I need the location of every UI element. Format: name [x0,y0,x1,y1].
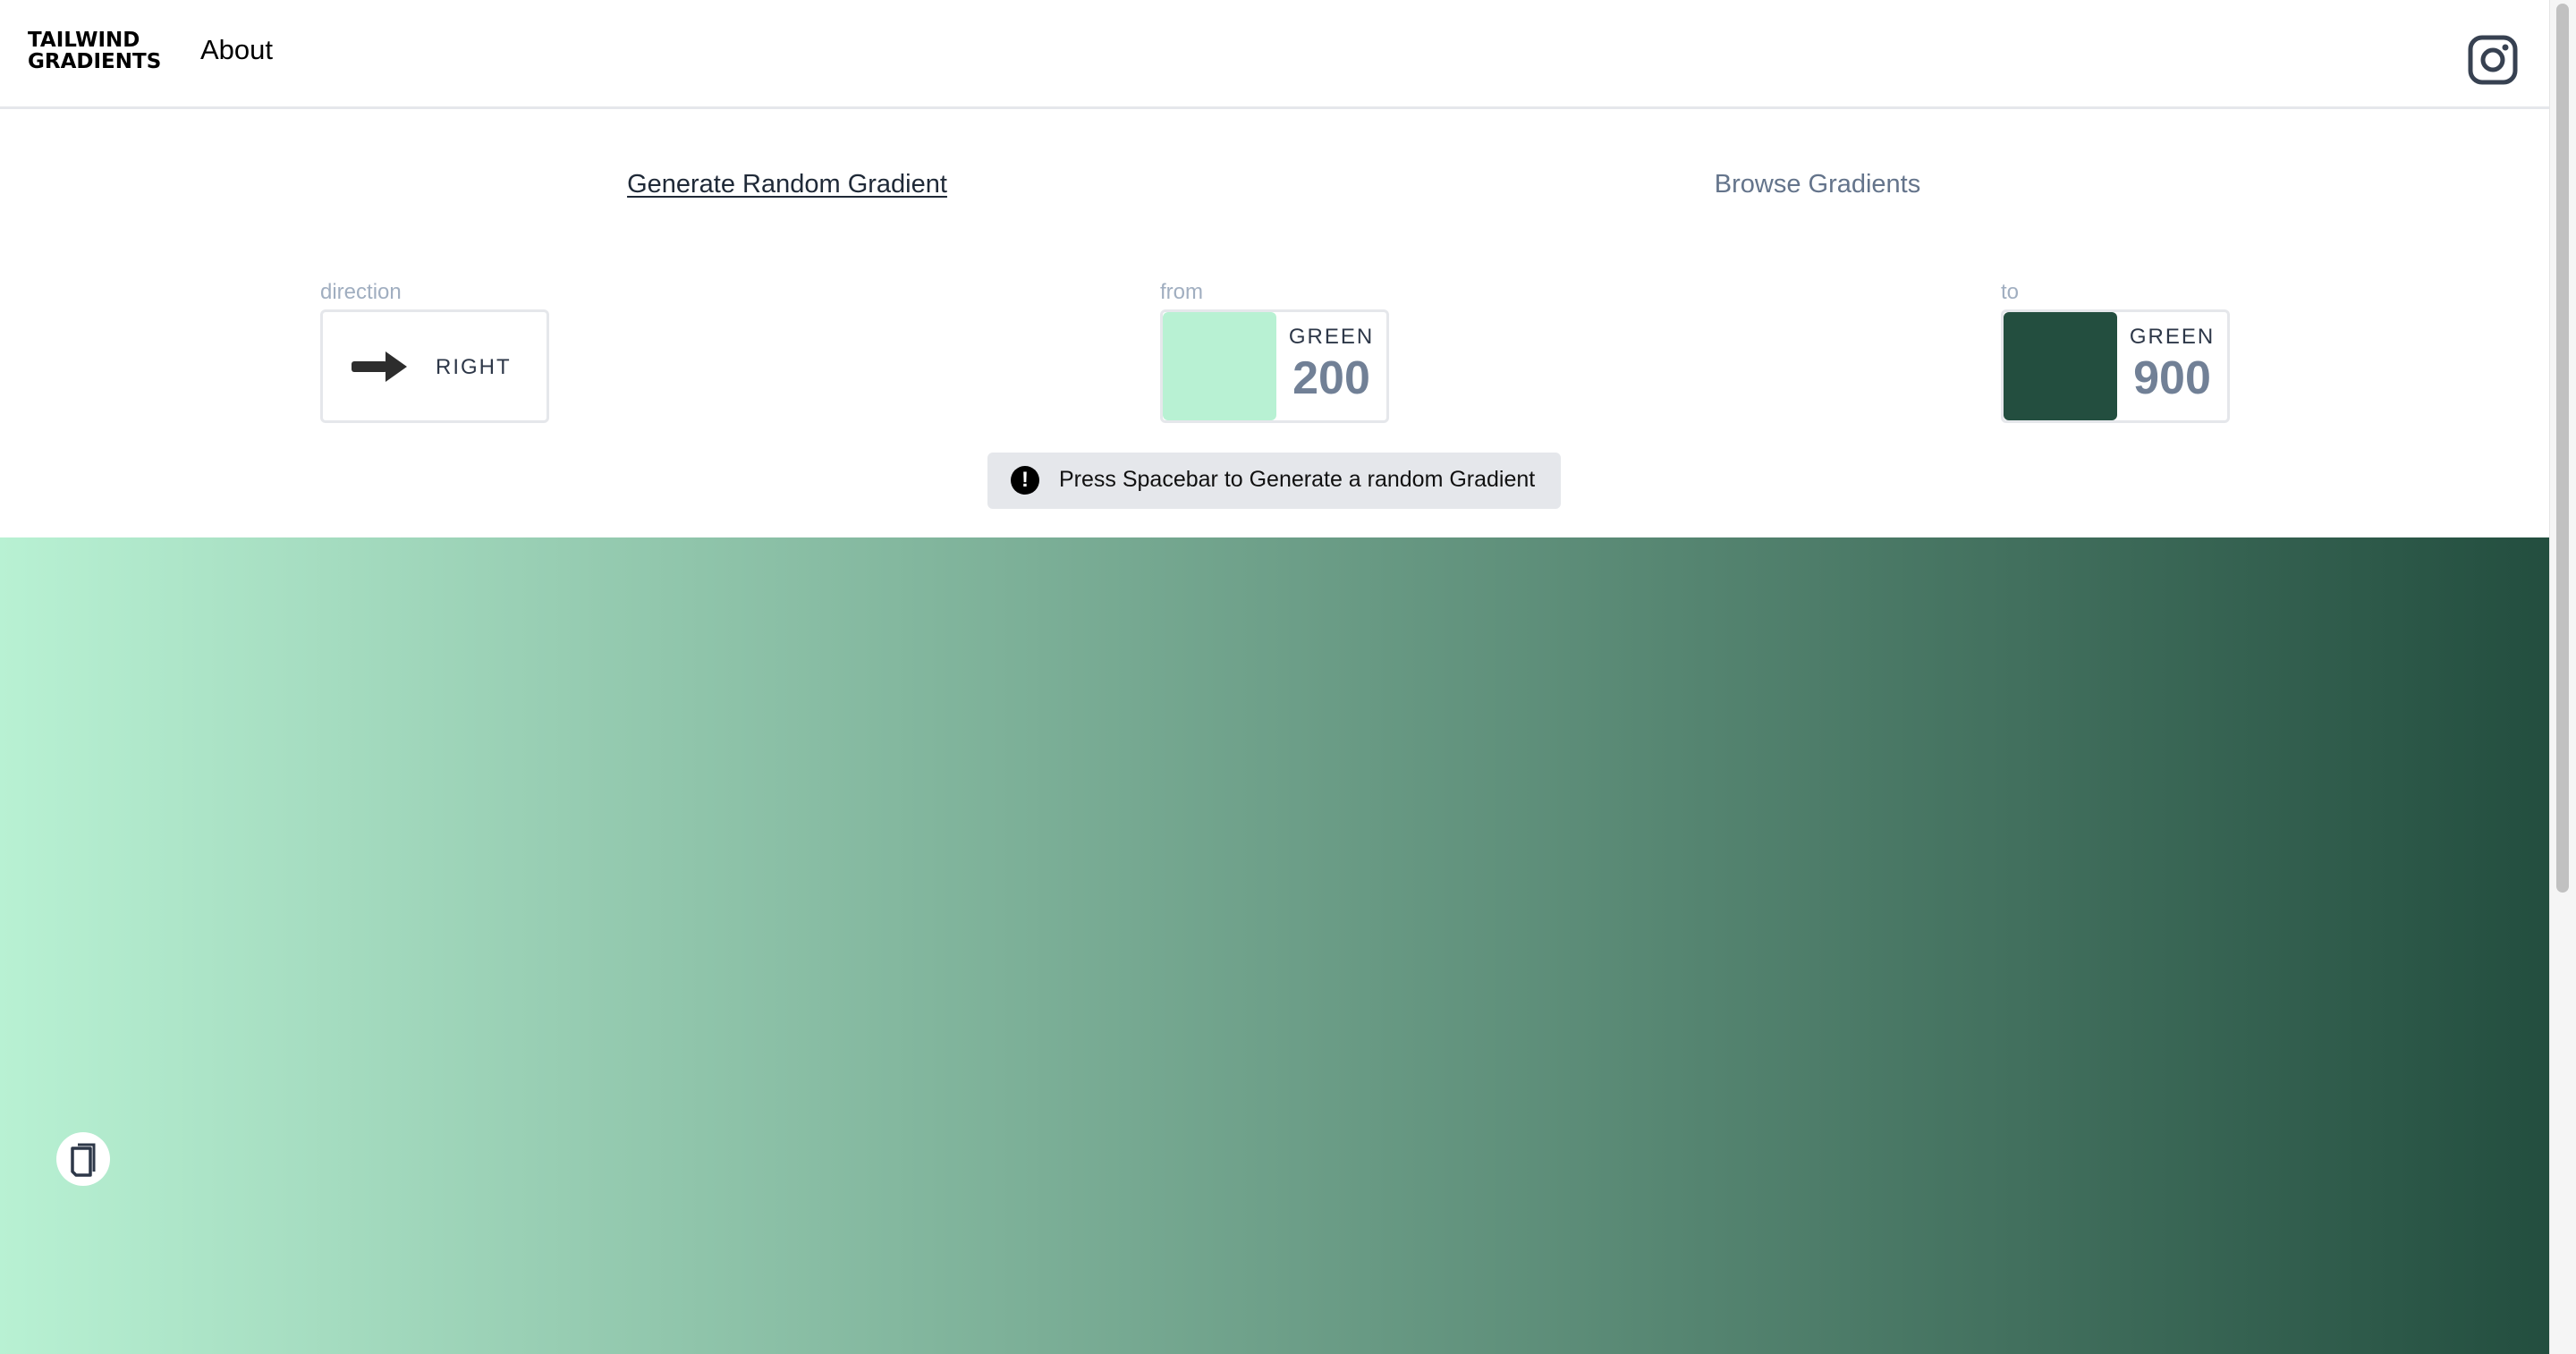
gradient-preview [0,537,2549,1354]
from-label: from [1160,280,1203,304]
to-label: to [2001,280,2020,304]
to-color-shade: 900 [2133,352,2211,404]
to-color-name: GREEN [2129,325,2216,349]
from-color-name: GREEN [1288,325,1375,349]
direction-selector[interactable]: RIGHT [320,309,549,423]
scrollbar-thumb[interactable] [2556,4,2569,893]
logo-line-1: TAILWIND [28,29,140,52]
hint-text: Press Spacebar to Generate a random Grad… [1059,467,1536,492]
scrollbar[interactable] [2549,0,2576,1354]
from-color-swatch [1163,312,1276,420]
copy-button[interactable] [56,1132,110,1186]
about-link[interactable]: About [200,34,273,66]
from-color-shade: 200 [1292,352,1370,404]
page: TAILWIND GRADIENTS About Generate Random… [0,0,2549,1354]
copy-icon [71,1143,96,1177]
to-color-selector[interactable]: GREEN 900 [2001,309,2230,423]
spacebar-hint: ! Press Spacebar to Generate a random Gr… [987,453,1561,509]
to-color-swatch [2004,312,2117,420]
tab-browse-gradients[interactable]: Browse Gradients [1715,170,1921,199]
direction-value: RIGHT [436,355,512,379]
tab-generate-random-gradient[interactable]: Generate Random Gradient [627,170,947,199]
exclamation-icon: ! [1011,466,1039,495]
direction-label: direction [320,280,402,304]
instagram-icon[interactable] [2467,34,2519,86]
logo[interactable]: TAILWIND GRADIENTS [28,30,161,72]
logo-line-2: GRADIENTS [28,50,162,73]
header: TAILWIND GRADIENTS About [0,0,2549,109]
from-color-selector[interactable]: GREEN 200 [1160,309,1389,423]
arrow-right-icon [352,351,407,382]
